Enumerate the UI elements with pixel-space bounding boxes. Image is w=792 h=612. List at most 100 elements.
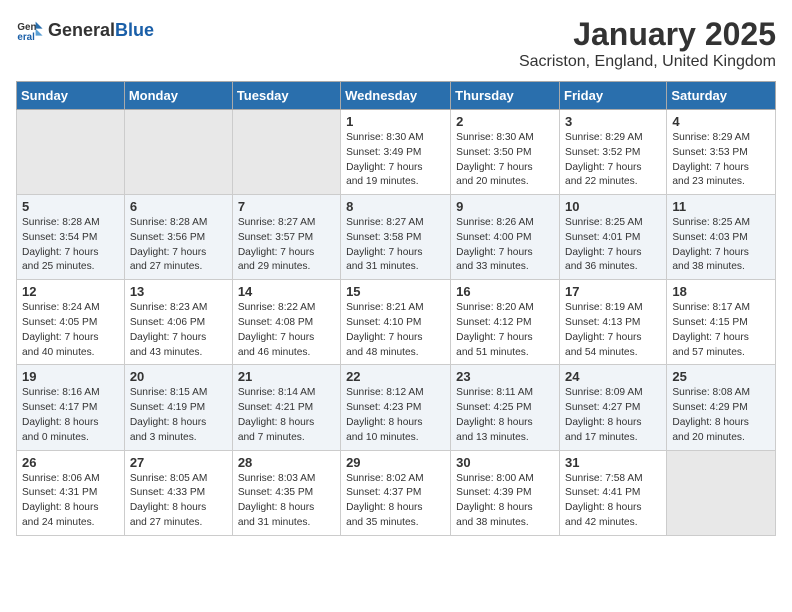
calendar-table: SundayMondayTuesdayWednesdayThursdayFrid…: [16, 81, 776, 536]
cell-info: Sunrise: 8:09 AMSunset: 4:27 PMDaylight:…: [565, 386, 661, 445]
cell-info: Sunrise: 8:05 AMSunset: 4:33 PMDaylight:…: [130, 472, 227, 531]
cell-info: Sunrise: 8:14 AMSunset: 4:21 PMDaylight:…: [238, 386, 335, 445]
calendar-cell: 1 Sunrise: 8:30 AMSunset: 3:49 PMDaylight…: [341, 110, 451, 195]
day-number: 23: [456, 369, 554, 384]
day-number: 13: [130, 284, 227, 299]
calendar-cell: 29Sunrise: 8:02 AMSunset: 4:37 PMDayligh…: [341, 450, 451, 535]
day-number: 21: [238, 369, 335, 384]
cell-info: Sunrise: 8:15 AMSunset: 4:19 PMDaylight:…: [130, 386, 227, 445]
day-number: 4: [672, 114, 770, 129]
cell-info: Sunrise: 8:28 AMSunset: 3:54 PMDaylight:…: [22, 216, 119, 275]
day-number: 30: [456, 455, 554, 470]
calendar-cell: [124, 110, 232, 195]
logo-general: General: [48, 20, 115, 41]
day-number: 11: [672, 199, 770, 214]
cell-info: Sunrise: 8:02 AMSunset: 4:37 PMDaylight:…: [346, 472, 445, 531]
day-number: 24: [565, 369, 661, 384]
cell-info: Sunrise: 8:12 AMSunset: 4:23 PMDaylight:…: [346, 386, 445, 445]
cell-info: Sunrise: 8:16 AMSunset: 4:17 PMDaylight:…: [22, 386, 119, 445]
day-number: 15: [346, 284, 445, 299]
day-number: 8: [346, 199, 445, 214]
day-number: 10: [565, 199, 661, 214]
cell-info: Sunrise: 8:11 AMSunset: 4:25 PMDaylight:…: [456, 386, 554, 445]
logo: Gen eral GeneralBlue: [16, 16, 154, 44]
cell-info: Sunrise: 8:00 AMSunset: 4:39 PMDaylight:…: [456, 472, 554, 531]
day-number: 26: [22, 455, 119, 470]
calendar-cell: 4 Sunrise: 8:29 AMSunset: 3:53 PMDaylight…: [667, 110, 776, 195]
calendar-cell: 15 Sunrise: 8:21 AMSunset: 4:10 PMDayligh…: [341, 280, 451, 365]
weekday-header-wednesday: Wednesday: [341, 82, 451, 110]
calendar-cell: 2 Sunrise: 8:30 AMSunset: 3:50 PMDaylight…: [451, 110, 560, 195]
cell-info: Sunrise: 8:27 AMSunset: 3:57 PMDaylight:…: [238, 216, 335, 275]
weekday-header-thursday: Thursday: [451, 82, 560, 110]
cell-info: Sunrise: 8:25 AMSunset: 4:01 PMDaylight:…: [565, 216, 661, 275]
cell-info: Sunrise: 8:29 AMSunset: 3:52 PMDaylight:…: [565, 131, 661, 190]
cell-info: Sunrise: 8:20 AMSunset: 4:12 PMDaylight:…: [456, 301, 554, 360]
cell-info: Sunrise: 8:06 AMSunset: 4:31 PMDaylight:…: [22, 472, 119, 531]
cell-info: Sunrise: 8:08 AMSunset: 4:29 PMDaylight:…: [672, 386, 770, 445]
calendar-cell: 20 Sunrise: 8:15 AMSunset: 4:19 PMDayligh…: [124, 365, 232, 450]
calendar-cell: 13 Sunrise: 8:23 AMSunset: 4:06 PMDayligh…: [124, 280, 232, 365]
cell-info: Sunrise: 8:03 AMSunset: 4:35 PMDaylight:…: [238, 472, 335, 531]
calendar-cell: 22 Sunrise: 8:12 AMSunset: 4:23 PMDayligh…: [341, 365, 451, 450]
calendar-cell: 27Sunrise: 8:05 AMSunset: 4:33 PMDayligh…: [124, 450, 232, 535]
day-number: 31: [565, 455, 661, 470]
calendar-cell: 8 Sunrise: 8:27 AMSunset: 3:58 PMDaylight…: [341, 195, 451, 280]
day-number: 28: [238, 455, 335, 470]
day-number: 5: [22, 199, 119, 214]
month-title: January 2025: [519, 16, 776, 53]
cell-info: Sunrise: 8:30 AMSunset: 3:50 PMDaylight:…: [456, 131, 554, 190]
weekday-header-monday: Monday: [124, 82, 232, 110]
calendar-cell: 25Sunrise: 8:08 AMSunset: 4:29 PMDayligh…: [667, 365, 776, 450]
weekday-header-saturday: Saturday: [667, 82, 776, 110]
calendar-cell: 6 Sunrise: 8:28 AMSunset: 3:56 PMDaylight…: [124, 195, 232, 280]
cell-info: Sunrise: 8:23 AMSunset: 4:06 PMDaylight:…: [130, 301, 227, 360]
cell-info: Sunrise: 8:21 AMSunset: 4:10 PMDaylight:…: [346, 301, 445, 360]
cell-info: Sunrise: 7:58 AMSunset: 4:41 PMDaylight:…: [565, 472, 661, 531]
calendar-cell: 11 Sunrise: 8:25 AMSunset: 4:03 PMDayligh…: [667, 195, 776, 280]
day-number: 20: [130, 369, 227, 384]
logo-icon: Gen eral: [16, 16, 44, 44]
day-number: 22: [346, 369, 445, 384]
calendar-cell: 17 Sunrise: 8:19 AMSunset: 4:13 PMDayligh…: [560, 280, 667, 365]
day-number: 19: [22, 369, 119, 384]
cell-info: Sunrise: 8:27 AMSunset: 3:58 PMDaylight:…: [346, 216, 445, 275]
day-number: 17: [565, 284, 661, 299]
calendar-cell: 16 Sunrise: 8:20 AMSunset: 4:12 PMDayligh…: [451, 280, 560, 365]
day-number: 7: [238, 199, 335, 214]
calendar-cell: 28 Sunrise: 8:03 AMSunset: 4:35 PMDayligh…: [232, 450, 340, 535]
day-number: 6: [130, 199, 227, 214]
calendar-cell: 21 Sunrise: 8:14 AMSunset: 4:21 PMDayligh…: [232, 365, 340, 450]
calendar-cell: 7 Sunrise: 8:27 AMSunset: 3:57 PMDaylight…: [232, 195, 340, 280]
day-number: 3: [565, 114, 661, 129]
calendar-cell: [667, 450, 776, 535]
calendar-cell: 3 Sunrise: 8:29 AMSunset: 3:52 PMDaylight…: [560, 110, 667, 195]
calendar-cell: [17, 110, 125, 195]
calendar-cell: 9Sunrise: 8:26 AMSunset: 4:00 PMDaylight…: [451, 195, 560, 280]
cell-info: Sunrise: 8:28 AMSunset: 3:56 PMDaylight:…: [130, 216, 227, 275]
cell-info: Sunrise: 8:25 AMSunset: 4:03 PMDaylight:…: [672, 216, 770, 275]
cell-info: Sunrise: 8:22 AMSunset: 4:08 PMDaylight:…: [238, 301, 335, 360]
calendar-cell: 5 Sunrise: 8:28 AMSunset: 3:54 PMDaylight…: [17, 195, 125, 280]
calendar-cell: 30 Sunrise: 8:00 AMSunset: 4:39 PMDayligh…: [451, 450, 560, 535]
calendar-cell: 31 Sunrise: 7:58 AMSunset: 4:41 PMDayligh…: [560, 450, 667, 535]
calendar-cell: 23 Sunrise: 8:11 AMSunset: 4:25 PMDayligh…: [451, 365, 560, 450]
cell-info: Sunrise: 8:29 AMSunset: 3:53 PMDaylight:…: [672, 131, 770, 190]
day-number: 2: [456, 114, 554, 129]
calendar-cell: 10 Sunrise: 8:25 AMSunset: 4:01 PMDayligh…: [560, 195, 667, 280]
weekday-header-tuesday: Tuesday: [232, 82, 340, 110]
calendar-cell: 12Sunrise: 8:24 AMSunset: 4:05 PMDayligh…: [17, 280, 125, 365]
svg-text:eral: eral: [17, 32, 35, 43]
day-number: 16: [456, 284, 554, 299]
day-number: 14: [238, 284, 335, 299]
location-subtitle: Sacriston, England, United Kingdom: [519, 53, 776, 71]
calendar-cell: 19 Sunrise: 8:16 AMSunset: 4:17 PMDayligh…: [17, 365, 125, 450]
calendar-cell: 26 Sunrise: 8:06 AMSunset: 4:31 PMDayligh…: [17, 450, 125, 535]
cell-info: Sunrise: 8:19 AMSunset: 4:13 PMDaylight:…: [565, 301, 661, 360]
cell-info: Sunrise: 8:17 AMSunset: 4:15 PMDaylight:…: [672, 301, 770, 360]
calendar-cell: 14 Sunrise: 8:22 AMSunset: 4:08 PMDayligh…: [232, 280, 340, 365]
weekday-header-friday: Friday: [560, 82, 667, 110]
day-number: 1: [346, 114, 445, 129]
cell-info: Sunrise: 8:30 AMSunset: 3:49 PMDaylight:…: [346, 131, 445, 190]
logo-blue: Blue: [115, 20, 154, 41]
